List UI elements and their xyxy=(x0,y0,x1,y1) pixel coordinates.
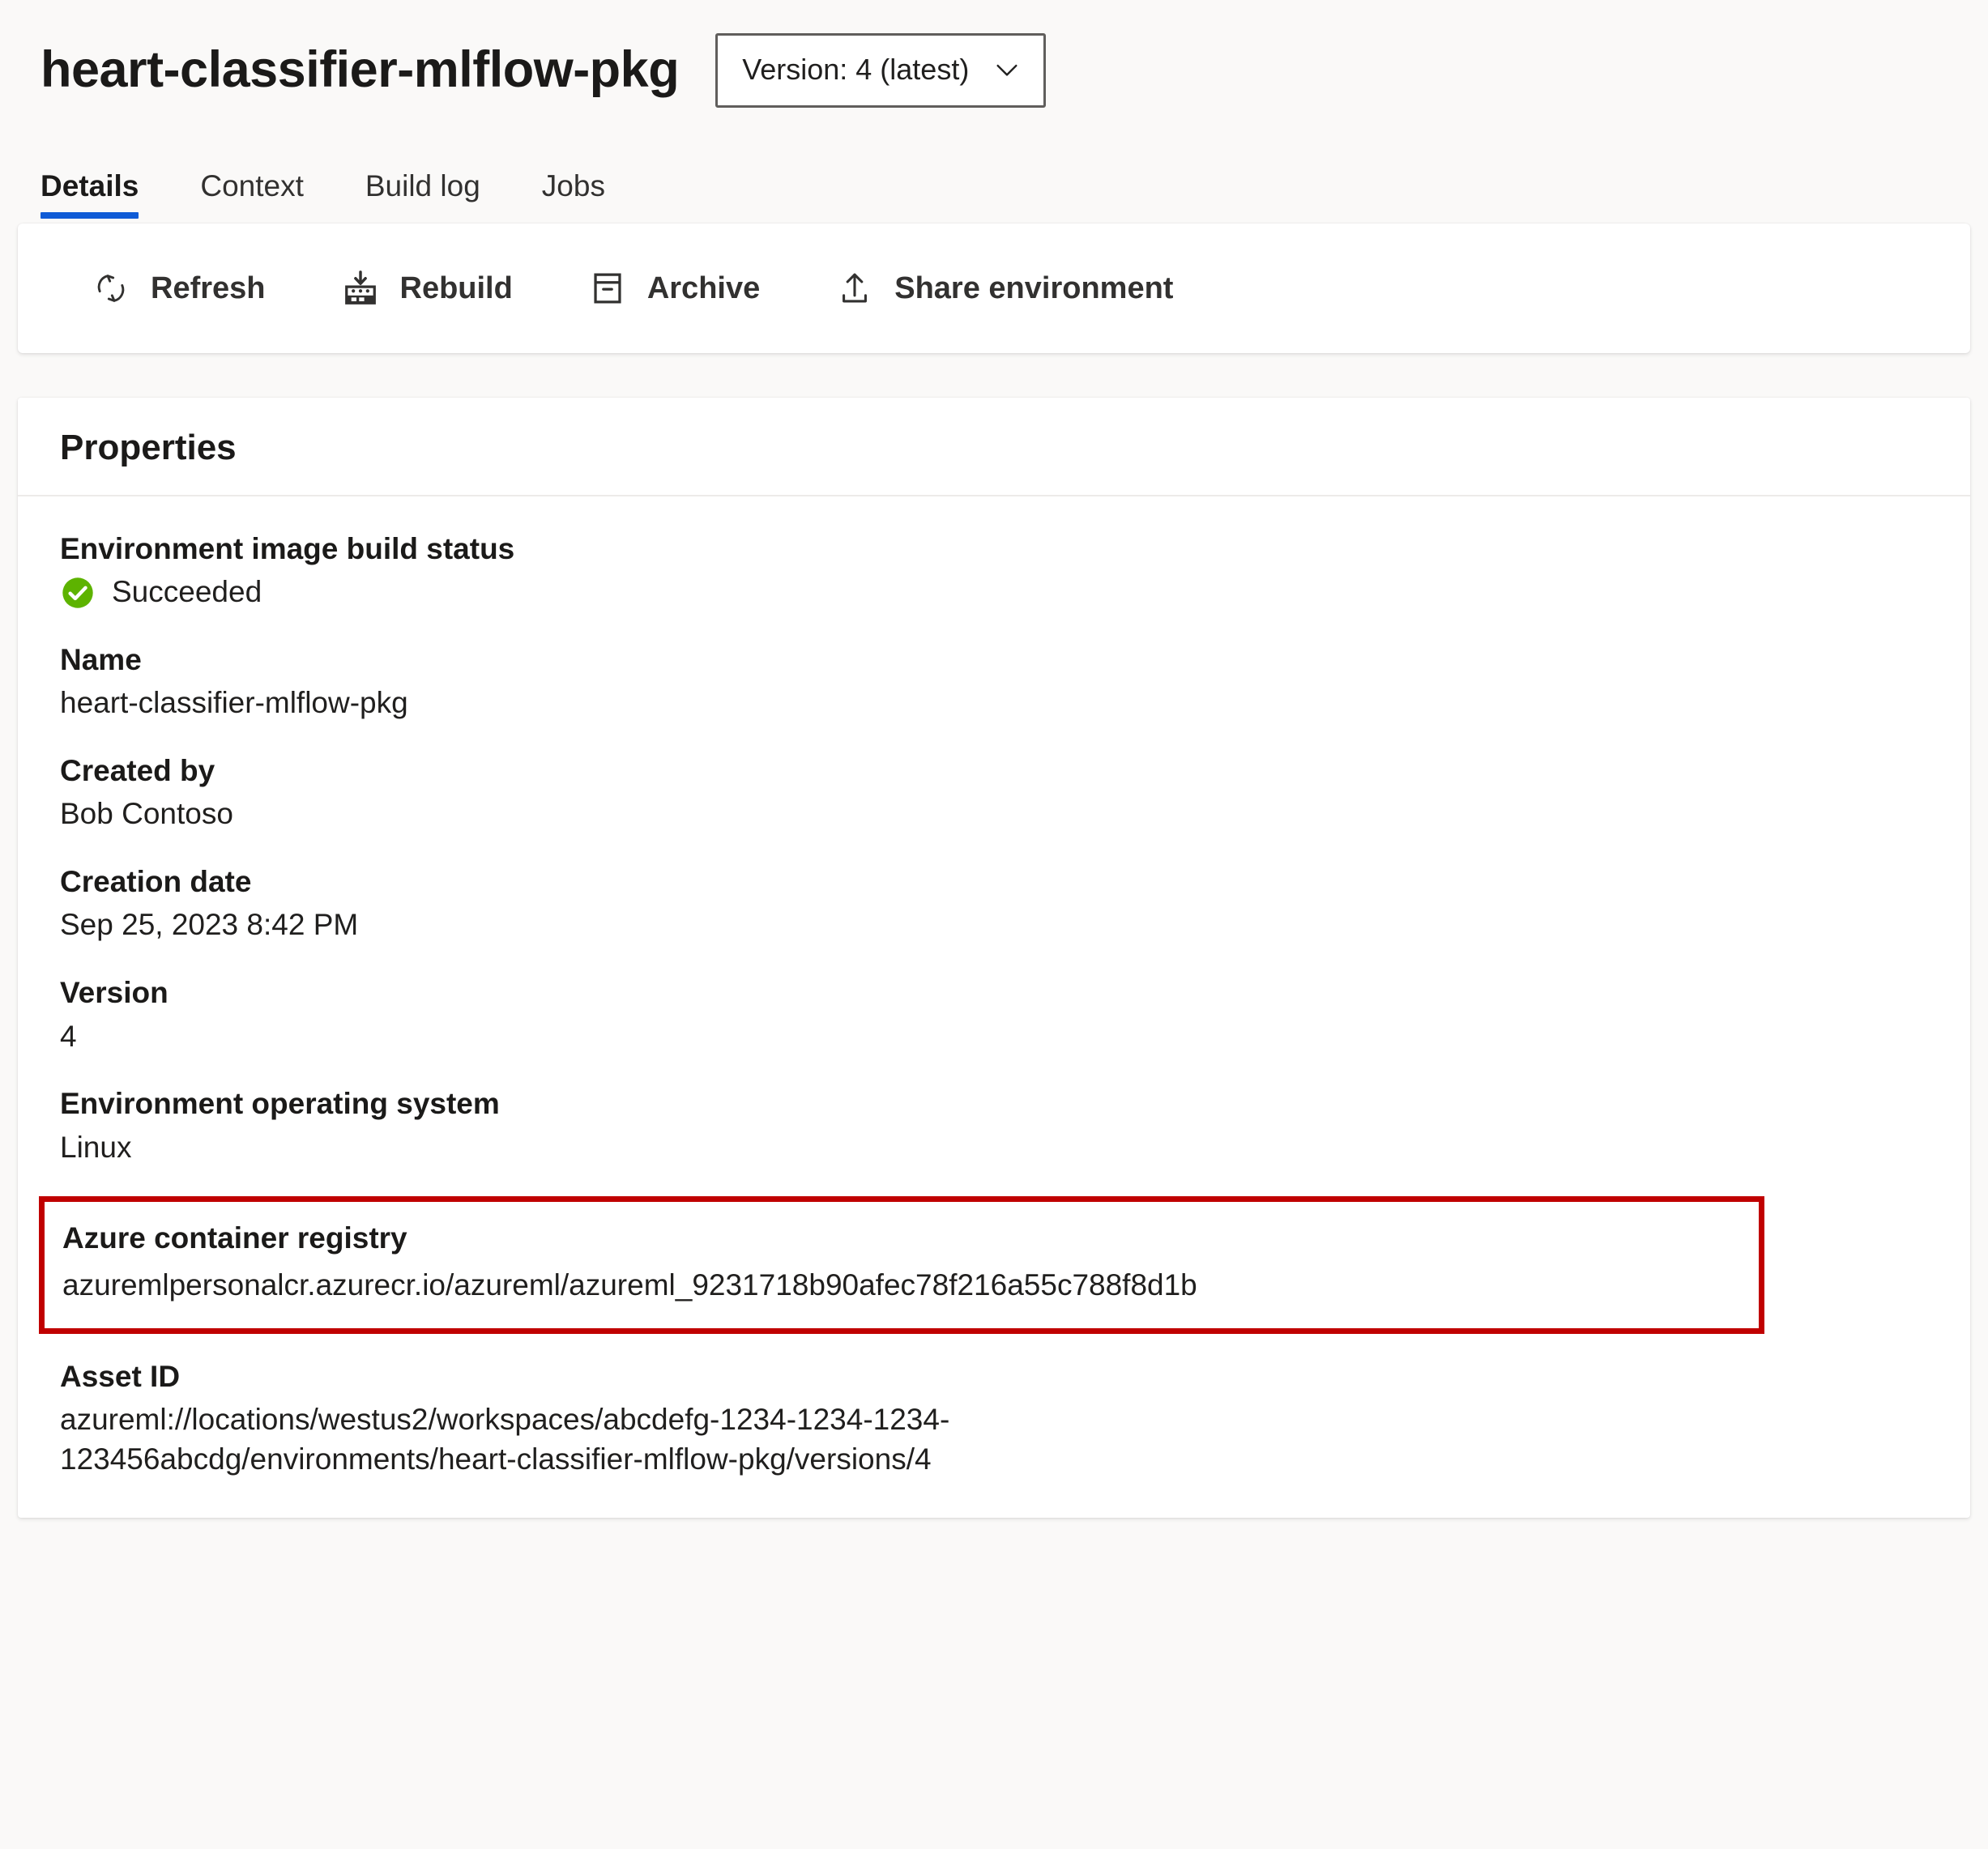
property-creation-date: Creation date Sep 25, 2023 8:42 PM xyxy=(60,863,1928,945)
version-picker-label: Version: 4 (latest) xyxy=(742,53,970,86)
tab-context-label: Context xyxy=(200,169,304,202)
version-picker-dropdown[interactable]: Version: 4 (latest) xyxy=(715,33,1047,108)
property-asset-id: Asset ID azureml://locations/westus2/wor… xyxy=(60,1358,1928,1480)
chevron-down-icon xyxy=(996,64,1017,76)
refresh-button-label: Refresh xyxy=(151,271,266,305)
operating-system-label: Environment operating system xyxy=(60,1087,500,1121)
asset-id-label: Asset ID xyxy=(60,1359,181,1393)
build-status-label: Environment image build status xyxy=(60,532,515,565)
rebuild-button-label: Rebuild xyxy=(399,271,513,305)
operating-system-value: Linux xyxy=(60,1130,132,1164)
archive-button[interactable]: Archive xyxy=(561,255,787,322)
name-value: heart-classifier-mlflow-pkg xyxy=(60,686,408,720)
refresh-icon xyxy=(97,275,125,302)
build-status-value: Succeeded xyxy=(112,575,262,609)
created-by-label: Created by xyxy=(60,754,215,788)
property-operating-system: Environment operating system Linux xyxy=(60,1085,1928,1167)
property-name: Name heart-classifier-mlflow-pkg xyxy=(60,641,1928,723)
property-build-status: Environment image build status Succeeded xyxy=(60,530,1928,612)
container-registry-value: azuremlpersonalcr.azurecr.io/azureml/azu… xyxy=(62,1267,1197,1302)
created-by-value: Bob Contoso xyxy=(60,797,233,831)
version-value: 4 xyxy=(60,1019,77,1053)
tab-jobs[interactable]: Jobs xyxy=(511,171,636,219)
share-upload-icon xyxy=(843,273,868,303)
properties-card-header: Properties xyxy=(18,398,1970,496)
tab-jobs-label: Jobs xyxy=(541,169,605,202)
tab-context[interactable]: Context xyxy=(169,171,335,219)
archive-icon xyxy=(594,273,621,304)
command-bar: Refresh Rebuild Archive Share environmen… xyxy=(18,224,1970,353)
tab-build-log-label: Build log xyxy=(365,169,480,202)
tab-bar: Details Context Build log Jobs xyxy=(0,121,1988,219)
property-version: Version 4 xyxy=(60,974,1928,1056)
build-status-row: Succeeded xyxy=(60,573,1928,612)
property-container-registry-highlighted: Azure container registry azuremlpersonal… xyxy=(39,1196,1764,1334)
page-header: heart-classifier-mlflow-pkg Version: 4 (… xyxy=(0,0,1988,121)
properties-card: Properties Environment image build statu… xyxy=(18,398,1970,1519)
creation-date-label: Creation date xyxy=(60,865,252,899)
creation-date-value: Sep 25, 2023 8:42 PM xyxy=(60,908,359,942)
name-label: Name xyxy=(60,643,142,677)
tab-build-log[interactable]: Build log xyxy=(335,171,511,219)
tab-details[interactable]: Details xyxy=(41,171,169,219)
rebuild-button[interactable]: Rebuild xyxy=(314,255,540,322)
version-label: Version xyxy=(60,976,169,1010)
properties-title: Properties xyxy=(60,428,237,467)
asset-id-value: azureml://locations/westus2/workspaces/a… xyxy=(60,1402,950,1476)
share-environment-button-label: Share environment xyxy=(894,271,1174,305)
archive-button-label: Archive xyxy=(646,271,761,305)
refresh-button[interactable]: Refresh xyxy=(65,255,293,322)
container-registry-label: Azure container registry xyxy=(62,1221,407,1255)
rebuild-icon xyxy=(344,271,376,305)
tab-details-label: Details xyxy=(41,169,139,202)
property-created-by: Created by Bob Contoso xyxy=(60,752,1928,834)
properties-card-body: Environment image build status Succeeded… xyxy=(18,496,1970,1518)
share-environment-button[interactable]: Share environment xyxy=(808,255,1201,322)
page-title: heart-classifier-mlflow-pkg xyxy=(41,41,680,99)
environment-details-page: heart-classifier-mlflow-pkg Version: 4 (… xyxy=(0,0,1988,1849)
success-check-icon xyxy=(62,577,93,608)
